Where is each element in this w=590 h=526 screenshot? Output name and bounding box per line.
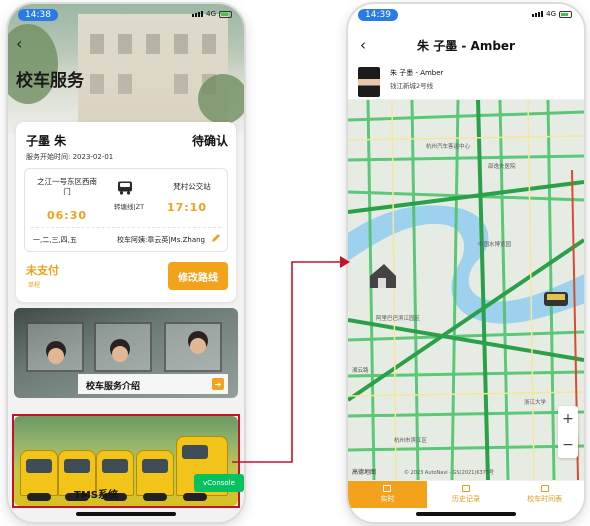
child-photo (190, 338, 206, 354)
zoom-control: + − (558, 406, 578, 458)
tab-schedule[interactable]: 校车时间表 (505, 481, 584, 508)
network-type: 4G (546, 10, 556, 18)
service-start-date: 服务开始时间: 2023-02-01 (26, 153, 114, 161)
signal-icon (532, 11, 544, 17)
bus-service-intro-banner[interactable]: 校车服务介绍 ➔ (14, 308, 238, 398)
student-avatar (358, 67, 380, 97)
route-card: 子墨 朱 待确认 服务开始时间: 2023-02-01 之江一号东区西南门 梵村… (16, 122, 236, 302)
school-bus-map-marker[interactable] (544, 292, 568, 306)
departure-time: 06:30 (47, 209, 88, 222)
status-time: 14:39 (358, 9, 398, 21)
trip-type: 单程 (28, 282, 41, 289)
child-photo (112, 346, 128, 362)
map-place-label: 杭州汽车客运中心 (426, 144, 471, 150)
network-status: 4G (532, 10, 572, 18)
zoom-in-button[interactable]: + (558, 406, 578, 432)
battery-icon (219, 10, 232, 18)
tab-label: 实时 (380, 495, 395, 503)
status-badge: 待确认 (191, 134, 228, 148)
bus-line-name: 转塘线|ZT (113, 203, 145, 211)
left-phone-screen: 14:38 4G ‹ 校车服务 子墨 朱 待确认 服务开始时间: 2023-02… (8, 4, 244, 522)
network-type: 4G (206, 10, 216, 18)
home-indicator (76, 512, 176, 516)
signal-icon (192, 11, 204, 17)
map-place-label: 邵逸夫医院 (488, 164, 516, 170)
live-map[interactable]: 杭州汽车客运中心 邵逸夫医院 中国水博览园 阿里巴巴滨江园区 浙江大学 杭州市滨… (348, 100, 584, 480)
bus-window-image (26, 322, 84, 372)
location-icon (383, 485, 392, 492)
payment-status: 未支付 (26, 264, 59, 277)
tab-label: 校车时间表 (527, 495, 563, 503)
arrow-right-icon: ➔ (212, 378, 224, 390)
student-name: 朱 子墨 - Amber (390, 69, 444, 77)
right-phone-screen: 14:39 4G ‹ 朱 子墨 - Amber 朱 子墨 - Amber 钱江新… (348, 4, 584, 522)
tab-history[interactable]: 历史记录 (427, 481, 506, 508)
battery-icon (559, 10, 572, 18)
tab-label: 历史记录 (452, 495, 480, 503)
page-title: 校车服务 (16, 71, 84, 91)
zoom-out-button[interactable]: − (558, 432, 578, 458)
tab-realtime[interactable]: 实时 (348, 481, 427, 508)
student-info-strip: 朱 子墨 - Amber 钱江新城2号线 (348, 64, 584, 100)
status-time: 14:38 (18, 9, 58, 21)
vconsole-button[interactable]: vConsole (194, 474, 244, 492)
intro-label-box: 校车服务介绍 ➔ (78, 374, 228, 394)
status-bar: 14:38 4G (8, 4, 244, 24)
network-status: 4G (192, 10, 232, 18)
bottom-tab-bar: 实时 历史记录 校车时间表 (348, 480, 584, 508)
service-weekdays: 一,二,三,四,五 (33, 236, 77, 244)
route-details: 之江一号东区西南门 梵村公交站 转塘线|ZT 06:30 17:10 一,二,三… (24, 168, 228, 252)
map-provider-logo: 高德地图 (352, 469, 377, 476)
map-place-label: 阿里巴巴滨江园区 (376, 316, 421, 322)
arrival-time: 17:10 (166, 201, 207, 214)
pencil-icon[interactable] (211, 233, 221, 243)
modify-route-button[interactable]: 修改路线 (168, 262, 228, 290)
status-bar: 14:39 4G (348, 4, 584, 24)
intro-label: 校车服务介绍 (86, 382, 141, 392)
pickup-stop: 之江一号东区西南门 (37, 177, 97, 196)
bus-attendant: 校车阿姨:章云英|Ms.Zhang (116, 236, 205, 244)
page-title: 朱 子墨 - Amber (417, 39, 515, 53)
divider (31, 227, 221, 228)
map-place-label: 中国水博览园 (478, 242, 512, 248)
map-copyright: © 2023 AutoNavi - GS(2021)6375号 (404, 470, 495, 476)
map-place-label: 湘云路 (352, 368, 369, 374)
home-indicator (416, 512, 516, 516)
bus-icon (118, 181, 132, 195)
calendar-icon (540, 485, 549, 492)
student-name: 子墨 朱 (26, 134, 67, 148)
map-canvas (348, 100, 584, 480)
dropoff-stop: 梵村公交站 (173, 182, 211, 191)
highlight-frame (12, 414, 240, 508)
map-place-label: 浙江大学 (524, 400, 547, 406)
map-place-label: 杭州市滨江区 (394, 438, 428, 444)
history-icon (462, 485, 470, 492)
nav-bar: ‹ 朱 子墨 - Amber (348, 30, 584, 64)
back-arrow-icon[interactable]: ‹ (16, 34, 22, 53)
bus-line-label: 钱江新城2号线 (390, 82, 434, 90)
child-photo (48, 348, 64, 364)
